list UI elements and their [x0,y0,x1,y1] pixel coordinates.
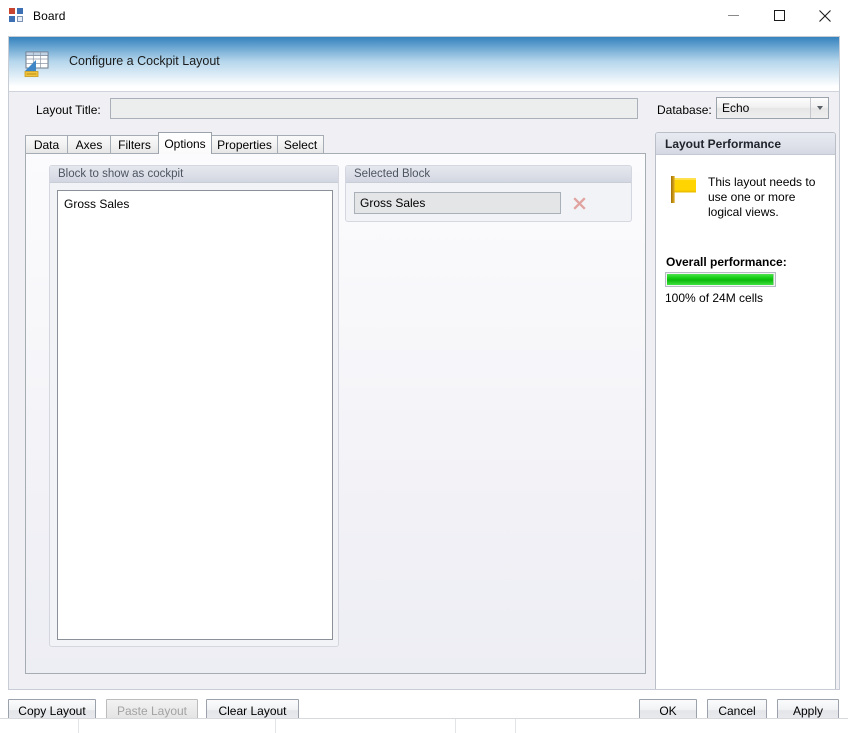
performance-bar-fill [667,274,774,285]
selected-block-field[interactable]: Gross Sales [354,192,561,214]
maximize-button[interactable] [756,0,802,31]
dialog-client-area: Configure a Cockpit Layout Layout Title:… [8,36,840,690]
selected-block-group: Selected Block Gross Sales [345,165,632,222]
layout-performance-header: Layout Performance [656,133,835,155]
window-title: Board [33,8,66,23]
maximize-icon [773,10,785,21]
performance-warning: This layout needs to use one or more log… [656,173,835,220]
tab-axes[interactable]: Axes [67,135,111,153]
status-separator [455,719,456,733]
banner-title: Configure a Cockpit Layout [69,54,220,68]
layout-title-input[interactable] [110,98,638,119]
overall-performance-label: Overall performance: [666,255,787,269]
tab-options[interactable]: Options [158,132,212,154]
status-separator [515,719,516,733]
block-to-show-header: Block to show as cockpit [50,166,338,183]
options-tab-page: Block to show as cockpit Gross Sales Sel… [25,153,646,674]
overall-performance-bar [665,272,776,287]
performance-warning-text: This layout needs to use one or more log… [708,175,816,219]
layout-title-row: Layout Title: Database: Echo [9,92,839,130]
performance-cells-text: 100% of 24M cells [665,291,764,305]
status-bar [0,718,848,733]
tab-strip: Data Axes Filters Options Properties Sel… [25,132,646,154]
yellow-flag-icon [671,176,696,203]
cockpit-layout-icon [24,51,49,77]
tab-data[interactable]: Data [25,135,68,153]
database-label: Database: [657,103,712,117]
database-select[interactable]: Echo [716,97,829,119]
title-bar: Board [0,0,848,31]
layout-title-label: Layout Title: [36,103,101,117]
header-banner: Configure a Cockpit Layout [9,37,839,92]
database-selected-value: Echo [722,101,750,115]
tab-baseline [25,153,646,154]
minimize-button[interactable] [710,0,756,31]
minimize-icon [727,15,739,16]
tab-filters[interactable]: Filters [110,135,159,153]
dialog-body: Layout Title: Database: Echo Data Axes F… [9,92,839,689]
status-separator [275,719,276,733]
list-item[interactable]: Gross Sales [58,195,332,213]
selected-block-header: Selected Block [346,166,631,183]
block-list[interactable]: Gross Sales [57,190,333,640]
tab-select[interactable]: Select [277,135,324,153]
block-to-show-group: Block to show as cockpit Gross Sales [49,165,339,647]
close-icon [819,9,831,22]
delete-x-icon [572,196,586,210]
tab-properties[interactable]: Properties [211,135,278,153]
layout-performance-panel: Layout Performance This layout needs to … [655,132,836,689]
app-window-icon [9,7,25,24]
chevron-down-icon [810,98,828,118]
status-separator [78,719,79,733]
remove-selected-block-button[interactable] [568,192,590,214]
close-button[interactable] [802,0,848,31]
